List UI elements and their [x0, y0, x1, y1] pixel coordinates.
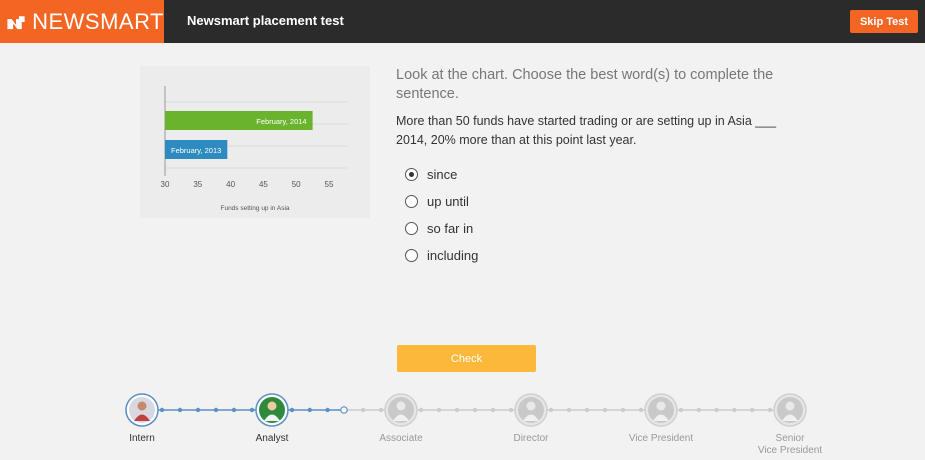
chart-tick-label: 30 [161, 180, 170, 189]
progress-dot [213, 407, 219, 413]
brand-logo[interactable]: NEWSMART [0, 0, 164, 43]
progress-dot [307, 407, 312, 413]
avatar-head [396, 401, 406, 411]
progress-dot [472, 407, 478, 413]
option-so-far-in[interactable]: so far in [405, 215, 478, 242]
chart-x-axis-label: Funds setting up in Asia [220, 205, 289, 212]
newsmart-logo-icon [7, 15, 25, 29]
option-label: up until [427, 194, 469, 209]
chart-card: February, 2014 February, 2013 30 35 40 45 50 55… [140, 66, 370, 218]
avatar-head [137, 401, 147, 411]
level-label-senior-vice-president: Senior Vice President [735, 433, 845, 457]
level-label-vice-president: Vice President [628, 433, 694, 444]
question-sentence: More than 50 funds have started trading … [396, 114, 777, 147]
level-label-director: Director [513, 433, 549, 444]
progress-dot [732, 407, 737, 413]
level-label-line: Vice President [757, 445, 823, 456]
progress-dot [454, 407, 460, 413]
option-label: so far in [427, 221, 474, 236]
progress-dot [325, 407, 330, 413]
avatar-head [267, 401, 277, 411]
chart-tick-label: 40 [226, 180, 235, 189]
chart-tick-label: 35 [193, 180, 202, 189]
option-up-until[interactable]: up until [405, 188, 478, 215]
option-including[interactable]: including [405, 242, 478, 269]
progress-dot [620, 407, 626, 413]
level-label-intern: Intern [129, 433, 155, 444]
question-instruction: Look at the chart. Choose the best word(… [396, 67, 774, 102]
progress-dot [714, 407, 719, 413]
option-label: including [427, 248, 479, 263]
radio-button[interactable] [405, 168, 418, 181]
option-label: since [427, 167, 458, 182]
chart-bar-label: February, 2013 [171, 146, 221, 155]
progress-dot [696, 407, 701, 413]
progress-marker [340, 406, 348, 414]
avatar-head [656, 401, 666, 411]
chart-tick-label: 45 [259, 180, 268, 189]
chart-tick-label: 50 [292, 180, 301, 189]
radio-button[interactable] [405, 222, 418, 235]
funds-bar-chart: February, 2014 February, 2013 30 35 40 45 50 55… [161, 86, 348, 212]
radio-button[interactable] [405, 249, 418, 262]
top-bar: NEWSMART Newsmart placement test Skip Te… [0, 0, 925, 43]
page-title: Newsmart placement test [187, 13, 344, 28]
avatar-head [526, 401, 536, 411]
progress-dot [436, 407, 442, 413]
progress-dot [490, 407, 496, 413]
progress-dot [361, 407, 366, 413]
check-button[interactable]: Check [397, 345, 536, 372]
progress-dot [767, 407, 773, 413]
answer-options: since up until so far in including [405, 161, 478, 269]
level-label-analyst: Analyst [255, 433, 289, 444]
progress-dot [418, 407, 424, 413]
progress-dot [231, 407, 237, 413]
progress-dot [249, 407, 255, 413]
progress-dot [638, 407, 644, 413]
progress-dot [159, 407, 165, 413]
progress-dot [602, 407, 608, 413]
progress-dot [584, 407, 590, 413]
level-label-line: Senior [775, 433, 805, 444]
progress-dot [378, 407, 384, 413]
level-label-associate: Associate [379, 433, 423, 444]
career-progress-track: Intern Analyst Associate Director Vice P… [0, 390, 925, 460]
chart-bar-label: February, 2014 [256, 117, 306, 126]
progress-dot [678, 407, 684, 413]
brand-name: NEWSMART [32, 8, 164, 34]
skip-test-button[interactable]: Skip Test [850, 10, 918, 33]
progress-dot [289, 407, 295, 413]
progress-dot [177, 407, 183, 413]
progress-dot [195, 407, 201, 413]
progress-dot [566, 407, 572, 413]
radio-button[interactable] [405, 195, 418, 208]
avatar-head [785, 401, 795, 411]
progress-dot [750, 407, 755, 413]
progress-dot [508, 407, 514, 413]
progress-dot [548, 407, 554, 413]
option-since[interactable]: since [405, 161, 478, 188]
chart-tick-label: 55 [325, 180, 334, 189]
